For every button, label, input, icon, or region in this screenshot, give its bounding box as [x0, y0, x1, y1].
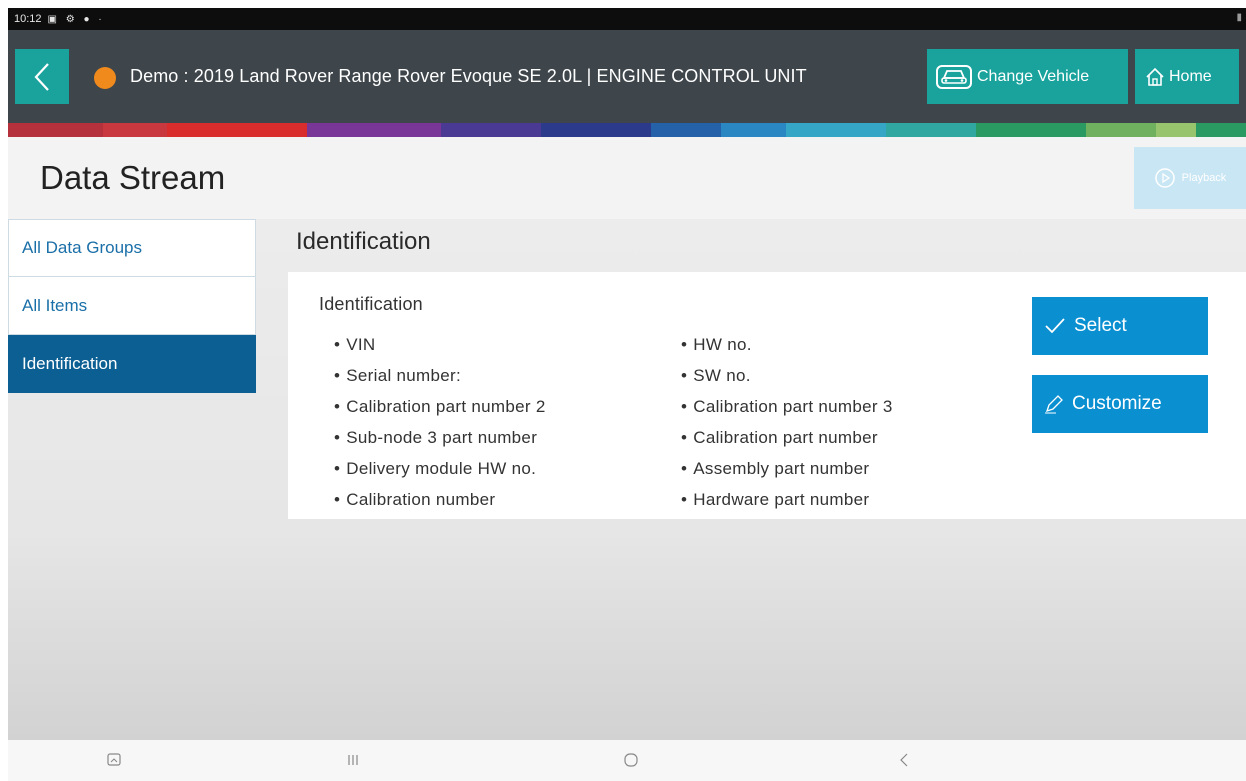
connection-status-dot — [94, 67, 116, 89]
content-area: All Data Groups All Items Identification… — [8, 219, 1246, 740]
title-bar: Data Stream Playback — [8, 137, 1246, 219]
playback-label: Playback — [1181, 172, 1227, 184]
card-title: Identification — [319, 294, 423, 314]
section-title: Identification — [296, 228, 431, 255]
stripe-segment — [8, 123, 103, 137]
list-item: Calibration part number — [681, 422, 893, 453]
checkmark-icon — [1045, 318, 1065, 334]
change-vehicle-button[interactable]: Change Vehicle — [927, 49, 1128, 104]
sidebar-item-identification[interactable]: Identification — [8, 335, 256, 393]
home-label: Home — [1169, 67, 1212, 85]
list-item: SW no. — [681, 360, 893, 391]
brand-color-stripe — [8, 123, 1246, 137]
list-item: Calibration part number 3 — [681, 391, 893, 422]
stripe-segment — [1086, 123, 1156, 137]
chevron-left-icon — [34, 62, 49, 91]
status-time: 10:12 — [14, 13, 42, 25]
list-item: VIN — [334, 329, 546, 360]
stripe-segment — [307, 123, 441, 137]
android-nav-bar — [8, 740, 1246, 781]
page-title: Data Stream — [40, 159, 226, 196]
stripe-segment — [1156, 123, 1196, 137]
status-bar: 10:12 ▣ ⚙ ● · ▮ — [8, 8, 1246, 30]
stripe-segment — [167, 123, 307, 137]
play-circle-icon — [1154, 168, 1175, 188]
recent-screenshot-icon[interactable] — [106, 752, 122, 768]
list-item: Hardware part number — [681, 484, 893, 515]
stripe-segment — [786, 123, 886, 137]
customize-button[interactable]: Customize — [1032, 375, 1208, 433]
sidebar-item-all-items[interactable]: All Items — [8, 277, 256, 335]
stripe-segment — [976, 123, 1086, 137]
list-item: Sub-node 3 part number — [334, 422, 546, 453]
stripe-segment — [651, 123, 721, 137]
battery-icon: ▮ — [1236, 12, 1242, 23]
car-icon — [936, 64, 972, 89]
stripe-segment — [103, 123, 167, 137]
pencil-icon — [1045, 395, 1063, 414]
vehicle-title: Demo : 2019 Land Rover Range Rover Evoqu… — [130, 66, 807, 86]
recents-icon[interactable] — [346, 752, 360, 768]
stripe-segment — [1196, 123, 1246, 137]
select-button[interactable]: Select — [1032, 297, 1208, 355]
list-item: Calibration part number 2 — [334, 391, 546, 422]
home-icon — [1146, 67, 1164, 86]
data-group-card[interactable]: Identification VIN Serial number: Calibr… — [288, 272, 1246, 519]
playback-button[interactable]: Playback — [1134, 147, 1246, 209]
customize-label: Customize — [1072, 393, 1162, 414]
stripe-segment — [721, 123, 786, 137]
home-circle-icon[interactable] — [623, 752, 639, 768]
home-button[interactable]: Home — [1135, 49, 1239, 104]
app-header: Demo : 2019 Land Rover Range Rover Evoqu… — [8, 30, 1246, 123]
status-icons: ▣ ⚙ ● · — [47, 13, 105, 25]
sidebar-item-all-data-groups[interactable]: All Data Groups — [8, 219, 256, 277]
stripe-segment — [441, 123, 541, 137]
select-label: Select — [1074, 315, 1127, 336]
list-item: Delivery module HW no. — [334, 453, 546, 484]
item-list-column-2: HW no. SW no. Calibration part number 3 … — [681, 329, 893, 515]
stripe-segment — [886, 123, 976, 137]
list-item: Calibration number — [334, 484, 546, 515]
back-button[interactable] — [15, 49, 69, 104]
change-vehicle-label: Change Vehicle — [977, 67, 1090, 85]
sidebar: All Data Groups All Items Identification — [8, 219, 256, 393]
stripe-segment — [541, 123, 651, 137]
item-list-column-1: VIN Serial number: Calibration part numb… — [334, 329, 546, 515]
back-icon[interactable] — [898, 752, 910, 768]
list-item: Serial number: — [334, 360, 546, 391]
list-item: Assembly part number — [681, 453, 893, 484]
list-item: HW no. — [681, 329, 893, 360]
